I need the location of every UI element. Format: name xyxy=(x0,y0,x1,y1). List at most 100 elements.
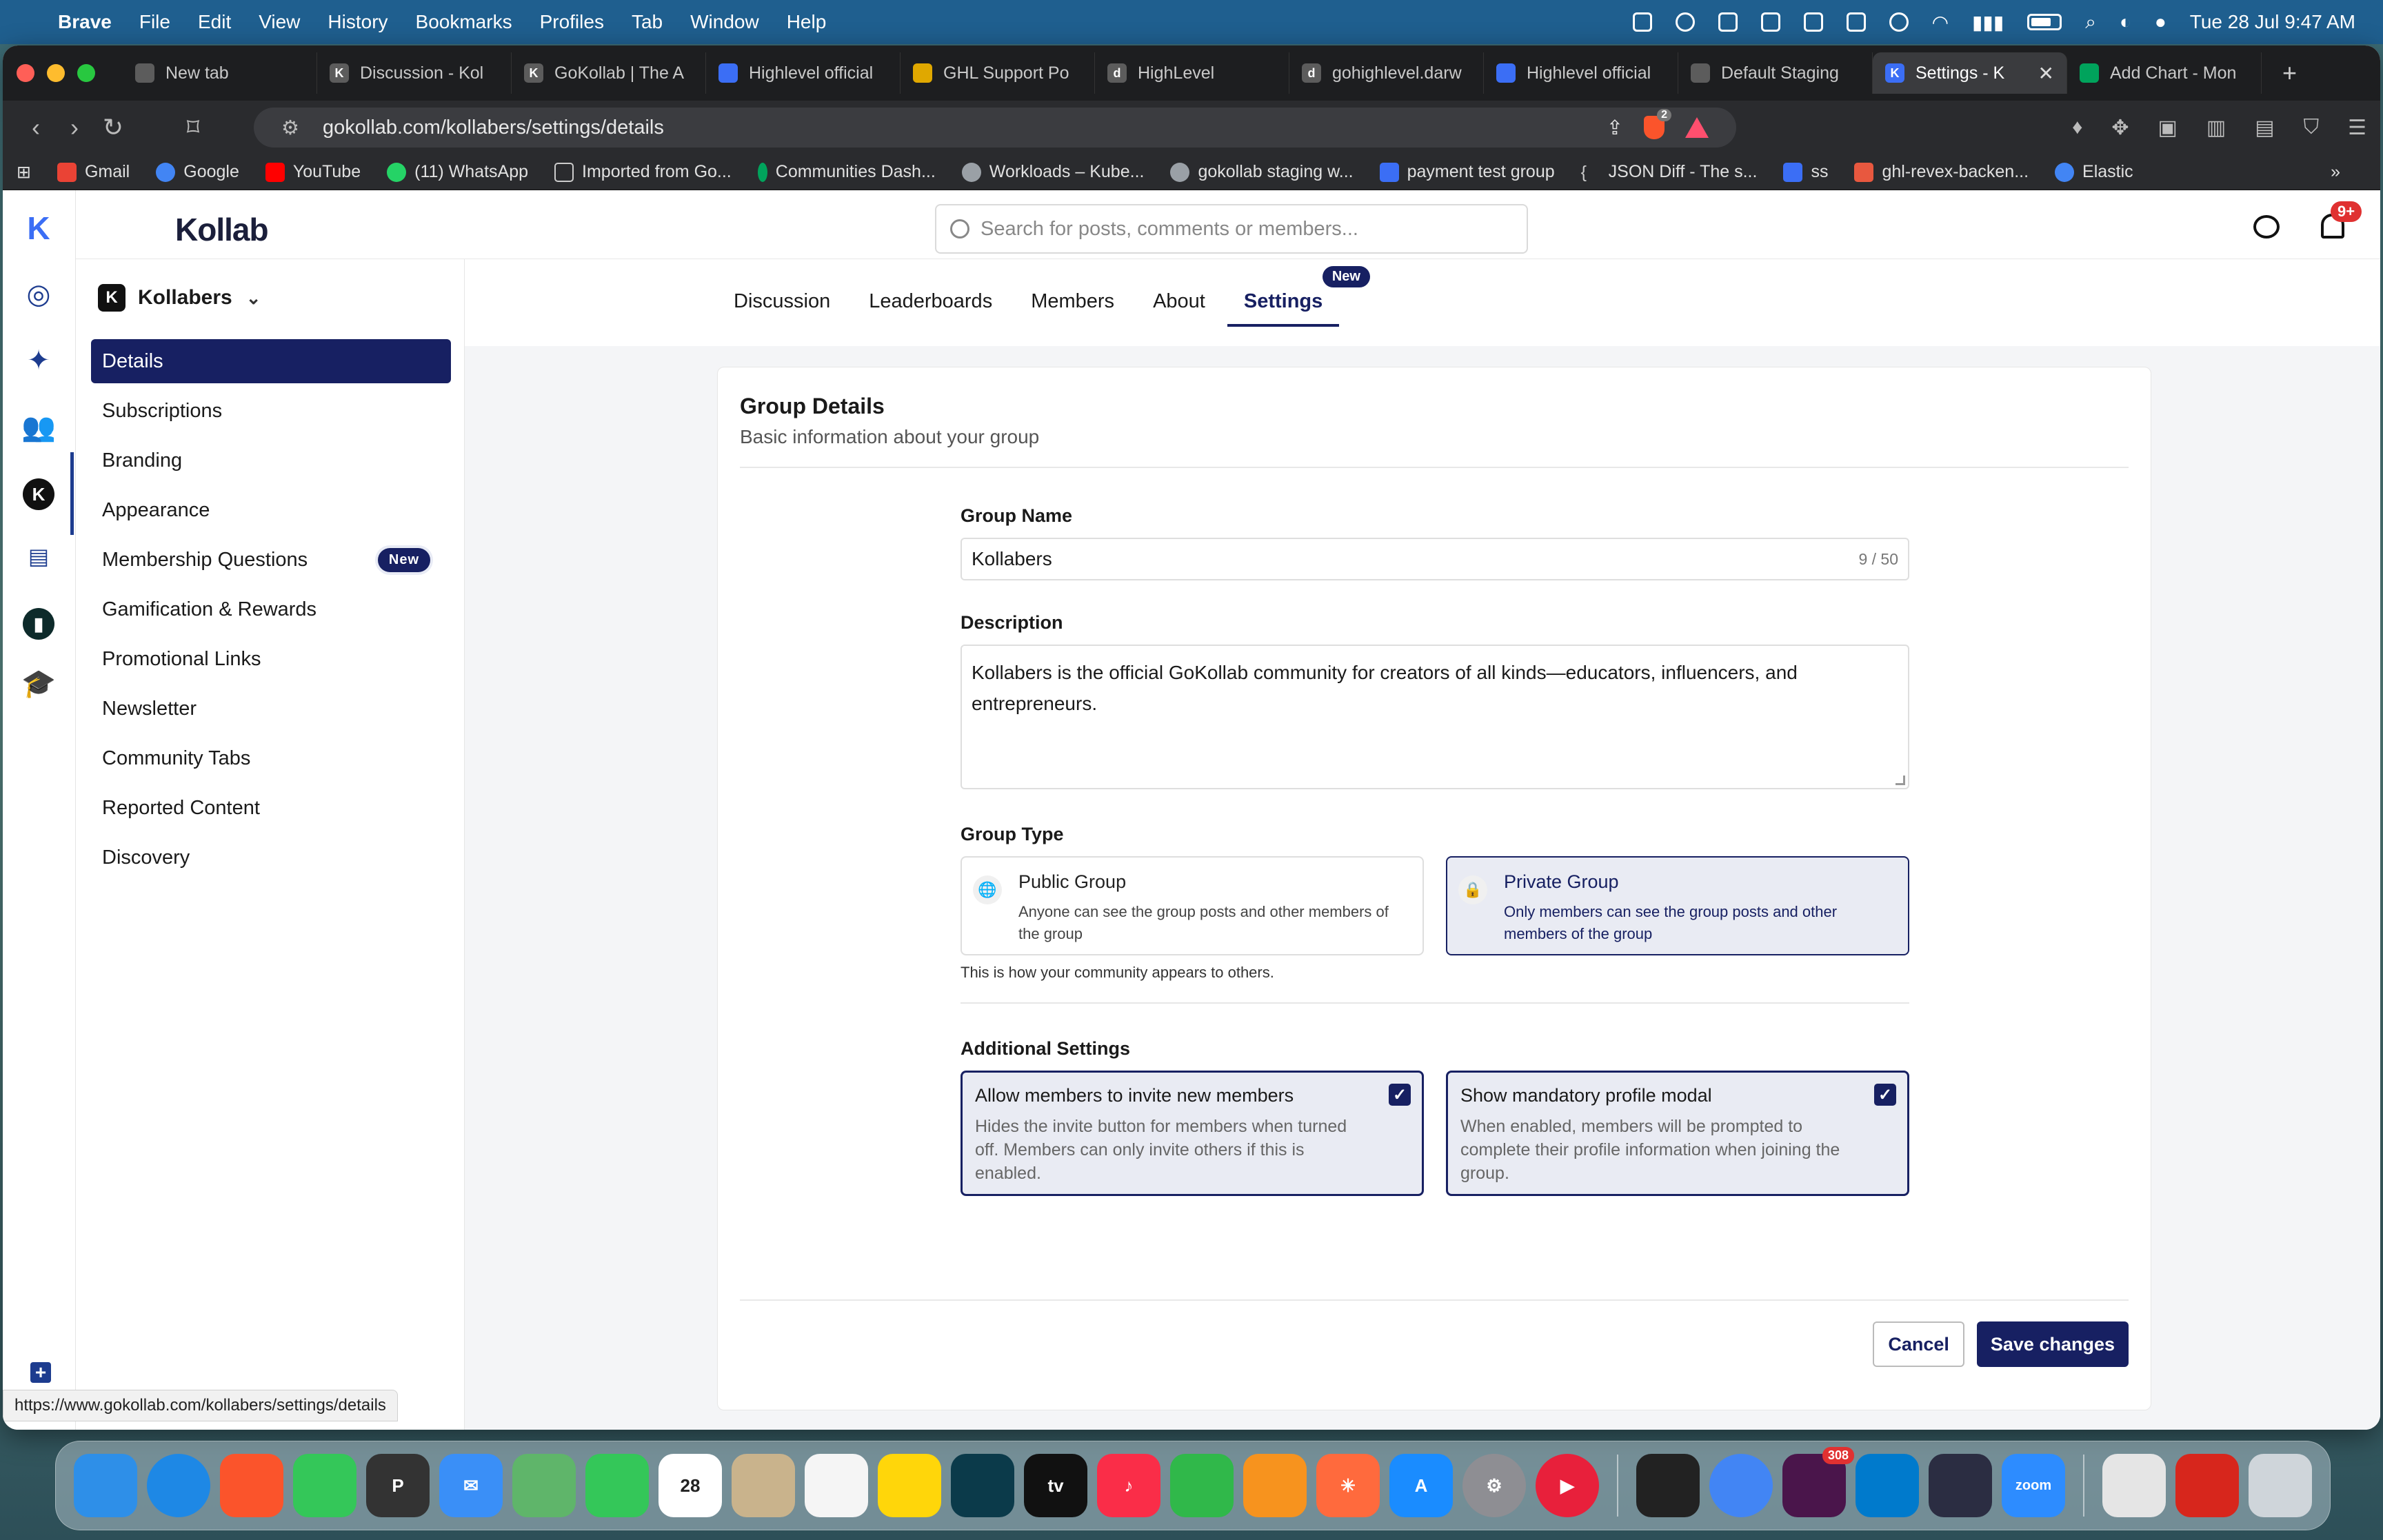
add-group-icon[interactable]: + xyxy=(30,1361,51,1383)
numbers-icon[interactable] xyxy=(1170,1454,1234,1517)
menu-edit[interactable]: Edit xyxy=(198,11,231,33)
sidebar-item-appearance[interactable]: Appearance xyxy=(91,488,451,532)
menu-profiles[interactable]: Profiles xyxy=(540,11,604,33)
browser-tab[interactable]: K Discussion - Kol xyxy=(317,52,512,94)
menu-help[interactable]: Help xyxy=(787,11,827,33)
music-icon[interactable]: ♪ xyxy=(1097,1454,1160,1517)
private-group-option[interactable]: 🔒 Private Group Only members can see the… xyxy=(1446,856,1909,955)
zoom-icon[interactable]: zoom xyxy=(2002,1454,2065,1517)
sidebar-item-newsletter[interactable]: Newsletter xyxy=(91,687,451,731)
new-tab-icon[interactable]: + xyxy=(2282,59,2297,88)
group-name-field[interactable]: Kollabers 9 / 50 xyxy=(961,538,1909,580)
browser-tab-active[interactable]: K Settings - K ✕ xyxy=(1873,52,2067,94)
freeform-icon[interactable] xyxy=(951,1454,1014,1517)
bookmark-item[interactable]: ghl-revex-backen... xyxy=(1854,162,2029,182)
menu-bookmarks[interactable]: Bookmarks xyxy=(416,11,512,33)
bookmark-item[interactable]: Google xyxy=(156,162,239,182)
facetime-icon[interactable] xyxy=(585,1454,649,1517)
graduation-cap-icon[interactable]: 🎓 xyxy=(21,666,56,700)
menu-tab[interactable]: Tab xyxy=(632,11,663,33)
group-selector[interactable]: K Kollabers ⌄ xyxy=(98,284,261,312)
forward-icon[interactable]: › xyxy=(55,113,94,142)
acrobat-icon[interactable] xyxy=(2175,1454,2239,1517)
sidebar-item-details[interactable]: Details xyxy=(91,339,451,383)
bookmark-item[interactable]: Communities Dash... xyxy=(757,162,936,182)
reload-icon[interactable]: ↻ xyxy=(94,113,132,142)
search-input[interactable]: Search for posts, comments or members... xyxy=(935,204,1528,254)
bookmark-item[interactable]: payment test group xyxy=(1379,162,1555,182)
music-file-icon[interactable] xyxy=(2102,1454,2166,1517)
address-bar[interactable]: ⚙ gokollab.com/kollabers/settings/detail… xyxy=(254,108,1736,148)
browser-tab[interactable]: d HighLevel xyxy=(1095,52,1289,94)
resize-handle-icon[interactable] xyxy=(1896,776,1905,785)
apple-tv-icon[interactable]: tv xyxy=(1024,1454,1087,1517)
chat-icon[interactable] xyxy=(2253,215,2280,239)
bookmark-item[interactable]: YouTube xyxy=(265,162,361,182)
bookmark-item[interactable]: (11) WhatsApp xyxy=(387,162,528,182)
cube-app-icon[interactable] xyxy=(1636,1454,1700,1517)
sidebar-item-branding[interactable]: Branding xyxy=(91,438,451,483)
trash-icon[interactable] xyxy=(2249,1454,2312,1517)
sidebar-item-community-tabs[interactable]: Community Tabs xyxy=(91,736,451,780)
browser-tab[interactable]: d gohighlevel.darw xyxy=(1289,52,1484,94)
close-window-icon[interactable] xyxy=(17,64,34,82)
pages-icon[interactable] xyxy=(1243,1454,1307,1517)
mail-icon[interactable]: ✉ xyxy=(439,1454,503,1517)
bookmarks-overflow-icon[interactable]: » xyxy=(2331,162,2340,182)
vscode-icon[interactable] xyxy=(1856,1454,1919,1517)
browser-tab[interactable]: Default Staging xyxy=(1678,52,1873,94)
bookmark-item[interactable]: Gmail xyxy=(57,162,130,182)
brave-shields-icon[interactable]: 2 xyxy=(1644,109,1671,139)
tab-about[interactable]: About xyxy=(1153,277,1205,325)
users-icon[interactable]: 👥 xyxy=(21,409,56,444)
siri-icon[interactable]: ● xyxy=(2155,11,2166,33)
chrome-icon[interactable] xyxy=(1709,1454,1773,1517)
sidebar-item-promotional-links[interactable]: Promotional Links xyxy=(91,637,451,681)
slack-icon[interactable]: 308 xyxy=(1782,1447,1854,1517)
public-group-option[interactable]: 🌐 Public Group Anyone can see the group … xyxy=(961,856,1424,955)
tab-leaderboards[interactable]: Leaderboards xyxy=(869,277,992,325)
share-icon[interactable]: ⇪ xyxy=(1607,116,1623,140)
pcloud-icon[interactable]: P xyxy=(366,1454,430,1517)
wallet-icon[interactable]: ▤ xyxy=(2255,116,2274,140)
safari-icon[interactable] xyxy=(147,1454,210,1517)
site-settings-icon[interactable]: ⚙ xyxy=(281,116,299,140)
user-status-icon[interactable] xyxy=(1889,12,1909,32)
sparkle-icon[interactable]: ✦ xyxy=(21,343,56,378)
browser-tab[interactable]: Add Chart - Mon xyxy=(2067,52,2262,94)
maps-icon[interactable] xyxy=(512,1454,576,1517)
kollab-home-icon[interactable]: K xyxy=(21,210,56,246)
extension-icon[interactable]: ♦ xyxy=(2072,116,2082,139)
menu-view[interactable]: View xyxy=(259,11,300,33)
system-settings-icon[interactable]: ⚙ xyxy=(1462,1454,1526,1517)
control-center-icon[interactable]: ◐ xyxy=(2120,11,2131,33)
back-icon[interactable]: ‹ xyxy=(17,113,55,142)
sidebar-item-subscriptions[interactable]: Subscriptions xyxy=(91,389,451,433)
browser-tab[interactable]: K GoKollab | The A xyxy=(512,52,706,94)
bookmark-item[interactable]: Workloads – Kube... xyxy=(961,162,1144,182)
zoom-status-icon[interactable] xyxy=(1675,12,1695,32)
menubar-datetime[interactable]: Tue 28 Jul 9:47 AM xyxy=(2190,11,2355,33)
invite-members-setting[interactable]: Allow members to invite new members Hide… xyxy=(961,1071,1424,1196)
parking-icon[interactable] xyxy=(1803,12,1823,32)
brave-rewards-icon[interactable] xyxy=(1685,117,1709,138)
menu-file[interactable]: File xyxy=(139,11,170,33)
browser-tab[interactable]: Highlevel official xyxy=(1484,52,1678,94)
browser-tab[interactable]: GHL Support Po xyxy=(901,52,1095,94)
cube-icon[interactable] xyxy=(1718,12,1738,32)
wifi-icon[interactable]: ◠ xyxy=(1932,11,1949,34)
menu-history[interactable]: History xyxy=(328,11,388,33)
finder-icon[interactable] xyxy=(74,1454,137,1517)
bookmark-item[interactable]: Elastic xyxy=(2055,162,2133,182)
maximize-window-icon[interactable] xyxy=(77,64,95,82)
compass-icon[interactable]: ◎ xyxy=(21,277,56,312)
group-chart-icon[interactable]: ▮ xyxy=(23,608,54,640)
menu-app-name[interactable]: Brave xyxy=(58,11,112,33)
bookmark-item[interactable]: Imported from Go... xyxy=(554,162,732,182)
browser-tab[interactable]: Highlevel official xyxy=(706,52,901,94)
sidebar-item-reported-content[interactable]: Reported Content xyxy=(91,786,451,830)
cancel-button[interactable]: Cancel xyxy=(1873,1321,1964,1367)
tab-settings[interactable]: Settings New xyxy=(1227,266,1370,327)
battery-icon[interactable] xyxy=(2027,14,2062,30)
app-store-icon[interactable]: A xyxy=(1389,1454,1453,1517)
